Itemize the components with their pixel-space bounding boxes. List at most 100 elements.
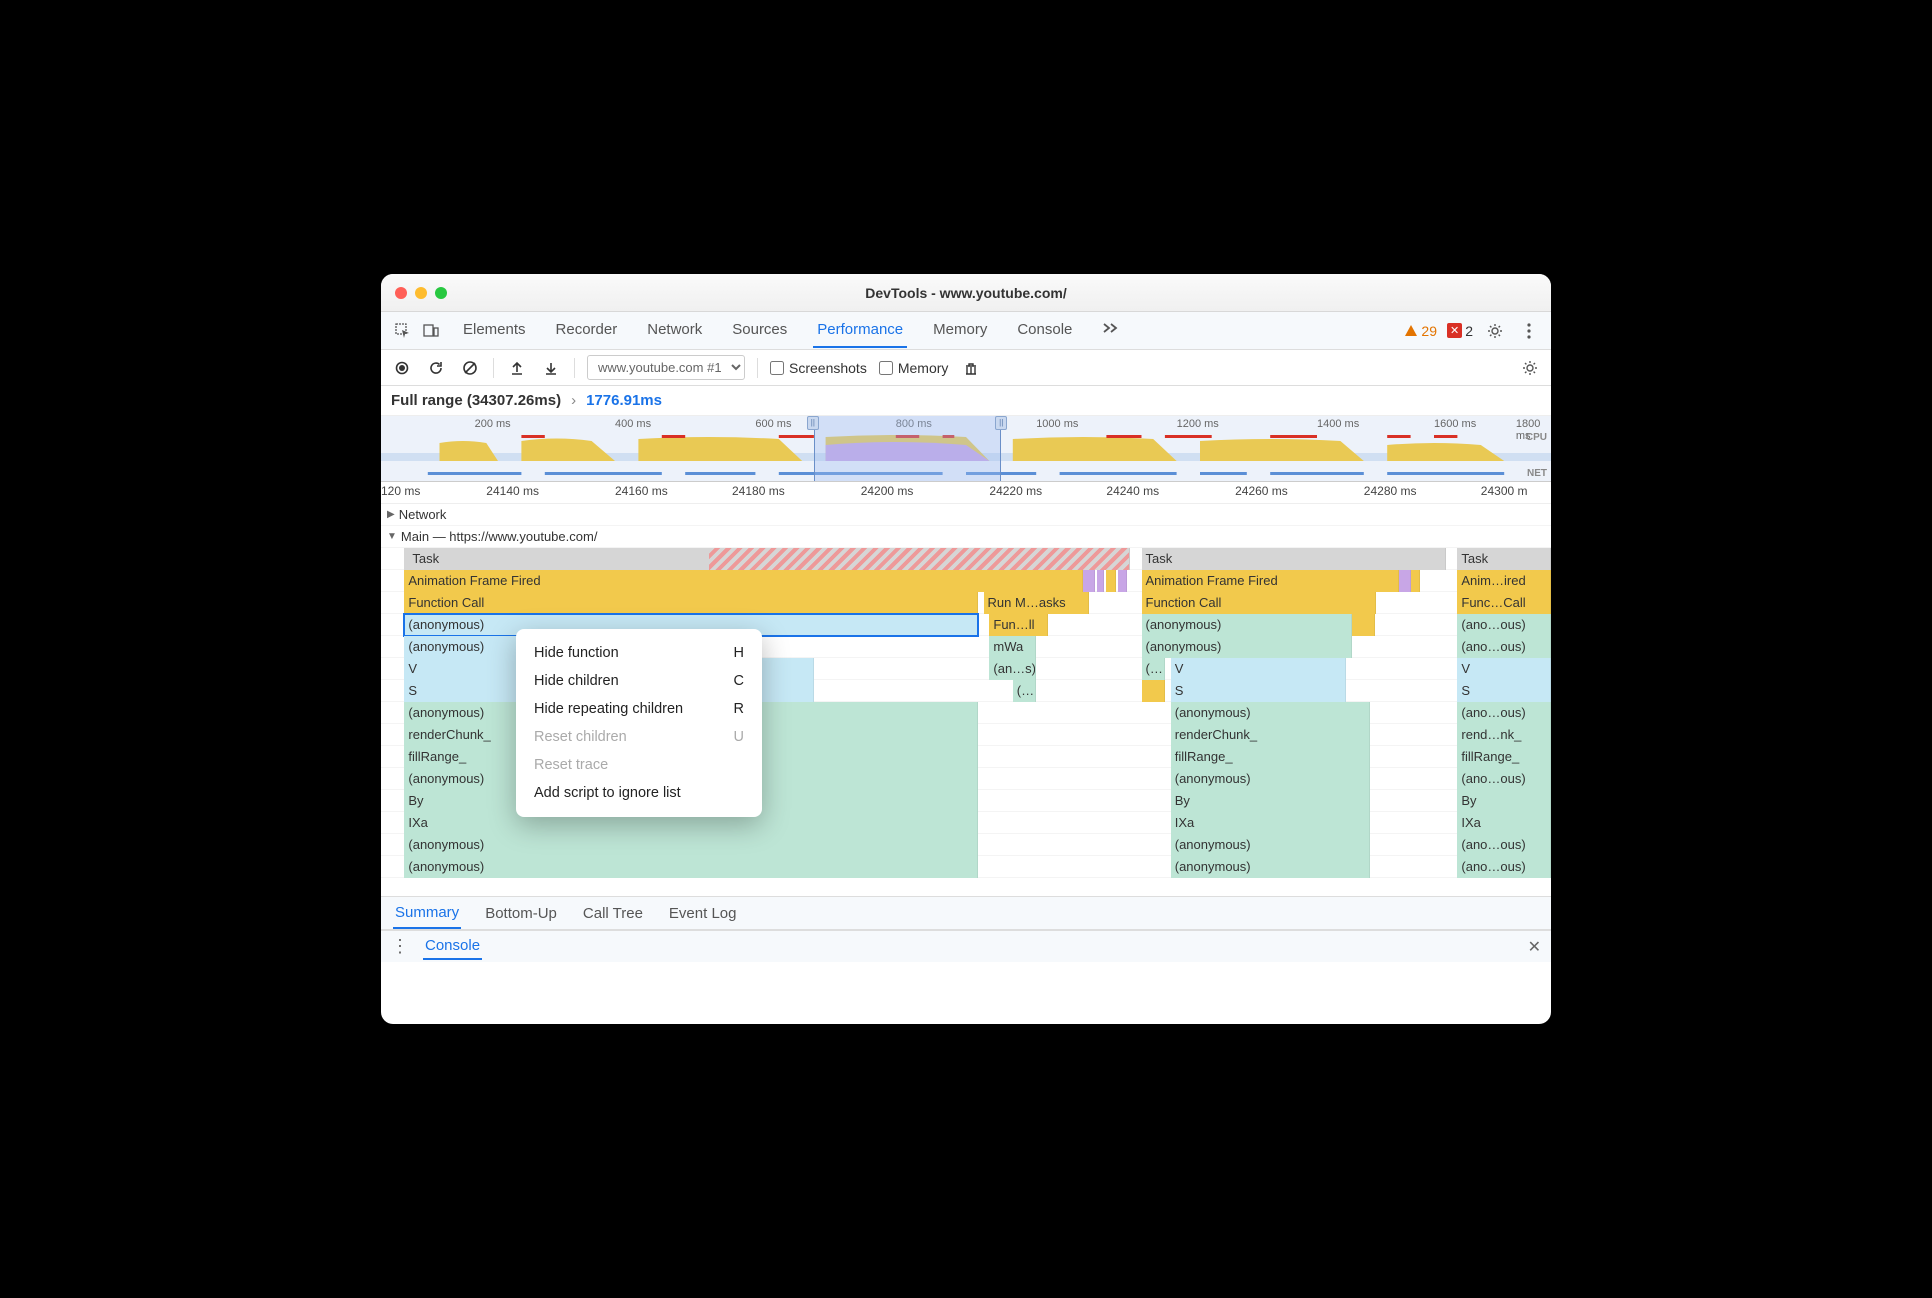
- flame-anonymous[interactable]: (ano…ous): [1457, 768, 1551, 790]
- flame-chart[interactable]: ▶Network ▼Main — https://www.youtube.com…: [381, 504, 1551, 896]
- detail-tab-eventlog[interactable]: Event Log: [667, 899, 739, 928]
- ctx-hide-children[interactable]: Hide childrenC: [516, 667, 762, 695]
- flame-v[interactable]: V: [1171, 658, 1347, 680]
- close-window-button[interactable]: [395, 287, 407, 299]
- tab-console[interactable]: Console: [1013, 313, 1076, 348]
- flame-by[interactable]: By: [1457, 790, 1551, 812]
- tab-recorder[interactable]: Recorder: [552, 313, 622, 348]
- clear-icon[interactable]: [459, 357, 481, 379]
- flame-an[interactable]: (an…s): [989, 658, 1036, 680]
- more-icon[interactable]: [1517, 319, 1541, 343]
- inspect-element-icon[interactable]: [391, 319, 415, 343]
- flame-anonymous[interactable]: (ano…ous): [1457, 636, 1551, 658]
- flame-task[interactable]: Task: [1457, 548, 1551, 570]
- tab-performance[interactable]: Performance: [813, 313, 907, 348]
- reload-icon[interactable]: [425, 357, 447, 379]
- flame-paren[interactable]: (…: [1142, 658, 1165, 680]
- flame-misc[interactable]: [1142, 680, 1165, 702]
- drawer-tab-console[interactable]: Console: [423, 933, 482, 960]
- main-section-header[interactable]: ▼Main — https://www.youtube.com/: [381, 526, 1551, 548]
- ctx-add-to-ignore[interactable]: Add script to ignore list: [516, 779, 762, 807]
- flame-misc[interactable]: [1097, 570, 1104, 592]
- flame-anonymous[interactable]: (anonymous): [1171, 768, 1370, 790]
- ctx-hide-repeating-children[interactable]: Hide repeating childrenR: [516, 695, 762, 723]
- flame-animation[interactable]: Animation Frame Fired: [1142, 570, 1399, 592]
- drawer-close-icon[interactable]: ✕: [1528, 937, 1541, 957]
- tab-network[interactable]: Network: [643, 313, 706, 348]
- flame-fillrange[interactable]: fillRange_: [1457, 746, 1551, 768]
- network-section-header[interactable]: ▶Network: [381, 504, 1551, 526]
- ctx-hide-function[interactable]: Hide functionH: [516, 639, 762, 667]
- record-icon[interactable]: [391, 357, 413, 379]
- flame-anonymous[interactable]: (ano…ous): [1457, 834, 1551, 856]
- flame-anonymous[interactable]: (ano…ous): [1457, 702, 1551, 724]
- timeline-overview[interactable]: 200 ms 400 ms 600 ms 800 ms 1000 ms 1200…: [381, 416, 1551, 482]
- full-range-label[interactable]: Full range (34307.26ms): [391, 392, 561, 409]
- flame-ixa[interactable]: IXa: [1457, 812, 1551, 834]
- flame-anonymous[interactable]: (anonymous): [404, 856, 977, 878]
- device-toolbar-icon[interactable]: [419, 319, 443, 343]
- selection-handle-left[interactable]: ||: [807, 416, 819, 430]
- minimize-window-button[interactable]: [415, 287, 427, 299]
- flame-anonymous[interactable]: (anonymous): [1171, 856, 1370, 878]
- warning-icon[interactable]: 29: [1404, 323, 1437, 339]
- flame-task[interactable]: Task: [1142, 548, 1446, 570]
- drawer-more-icon[interactable]: ⋮: [391, 936, 409, 957]
- error-badge-icon: ✕: [1447, 323, 1462, 338]
- flame-function-call[interactable]: Function Call: [404, 592, 977, 614]
- detail-tab-bottomup[interactable]: Bottom-Up: [483, 899, 559, 928]
- ctx-reset-trace: Reset trace: [516, 751, 762, 779]
- flame-misc[interactable]: [1411, 570, 1420, 592]
- error-icon[interactable]: ✕ 2: [1447, 323, 1473, 339]
- selected-range-label[interactable]: 1776.91ms: [586, 392, 662, 409]
- flame-misc[interactable]: [1399, 570, 1411, 592]
- garbage-collect-icon[interactable]: [960, 357, 982, 379]
- flame-anonymous[interactable]: (anonymous): [404, 834, 977, 856]
- flame-function-call[interactable]: Function Call: [1142, 592, 1376, 614]
- flame-function-call[interactable]: Func…Call: [1457, 592, 1551, 614]
- flame-anonymous[interactable]: (ano…ous): [1457, 856, 1551, 878]
- flame-renderchunk[interactable]: rend…nk_: [1457, 724, 1551, 746]
- flame-renderchunk[interactable]: renderChunk_: [1171, 724, 1370, 746]
- upload-icon[interactable]: [506, 357, 528, 379]
- flame-misc[interactable]: [1083, 570, 1095, 592]
- flame-mwa[interactable]: mWa: [989, 636, 1036, 658]
- flame-ixa[interactable]: IXa: [1171, 812, 1370, 834]
- flame-anonymous[interactable]: (ano…ous): [1457, 614, 1551, 636]
- profile-select[interactable]: www.youtube.com #1: [587, 355, 745, 380]
- flame-misc[interactable]: [1352, 614, 1375, 636]
- flame-s[interactable]: S: [1171, 680, 1347, 702]
- flame-misc[interactable]: [1106, 570, 1115, 592]
- tab-sources[interactable]: Sources: [728, 313, 791, 348]
- settings-icon[interactable]: [1483, 319, 1507, 343]
- selection-handle-right[interactable]: ||: [995, 416, 1007, 430]
- flame-func[interactable]: Fun…ll: [989, 614, 1048, 636]
- flame-anonymous[interactable]: (anonymous): [404, 636, 521, 658]
- flame-anonymous[interactable]: (anonymous): [1171, 702, 1370, 724]
- tabs-overflow-icon[interactable]: [1098, 313, 1124, 348]
- flame-anonymous[interactable]: (anonymous): [1171, 834, 1370, 856]
- panel-settings-icon[interactable]: [1519, 357, 1541, 379]
- flame-animation[interactable]: Anim…ired: [1457, 570, 1551, 592]
- flame-by[interactable]: By: [1171, 790, 1370, 812]
- download-icon[interactable]: [540, 357, 562, 379]
- flame-paren[interactable]: (…: [1013, 680, 1036, 702]
- flame-anonymous[interactable]: (anonymous): [1142, 636, 1353, 658]
- flame-anonymous[interactable]: (anonymous): [1142, 614, 1353, 636]
- flame-misc[interactable]: [1118, 570, 1127, 592]
- tab-elements[interactable]: Elements: [459, 313, 530, 348]
- screenshots-checkbox[interactable]: Screenshots: [770, 360, 867, 376]
- flame-task[interactable]: Task: [404, 548, 1129, 570]
- memory-checkbox[interactable]: Memory: [879, 360, 949, 376]
- maximize-window-button[interactable]: [435, 287, 447, 299]
- flame-run-microtasks[interactable]: Run M…asks: [984, 592, 1089, 614]
- detail-tab-summary[interactable]: Summary: [393, 898, 461, 929]
- flame-v[interactable]: V: [1457, 658, 1551, 680]
- flame-fillrange[interactable]: fillRange_: [1171, 746, 1370, 768]
- overview-selection[interactable]: [814, 416, 1001, 481]
- flame-animation[interactable]: Animation Frame Fired: [404, 570, 1083, 592]
- detail-tab-calltree[interactable]: Call Tree: [581, 899, 645, 928]
- detail-ruler[interactable]: 120 ms 24140 ms 24160 ms 24180 ms 24200 …: [381, 482, 1551, 504]
- tab-memory[interactable]: Memory: [929, 313, 991, 348]
- flame-s[interactable]: S: [1457, 680, 1551, 702]
